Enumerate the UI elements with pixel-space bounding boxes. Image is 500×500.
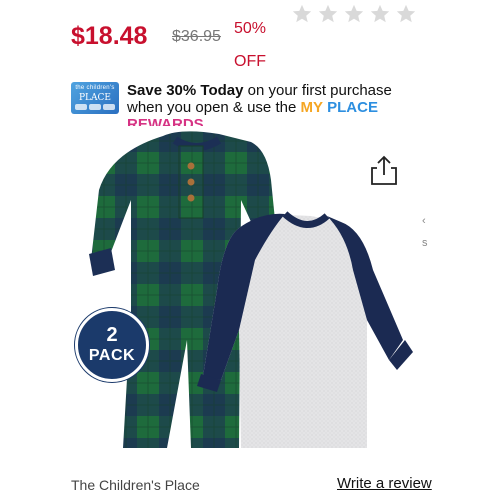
star-icon <box>317 3 339 25</box>
rewards-card-logo: the children's PLACE <box>71 82 119 114</box>
discount-label: 50% OFF <box>234 20 267 70</box>
pack-count-badge: 2 PACK <box>75 308 149 382</box>
brand-name: The Children's Place <box>71 477 200 493</box>
rewards-card-stripe <box>75 104 115 110</box>
price-section: $18.48 $36.95 50% OFF <box>0 0 500 75</box>
rewards-card-brand: the children's <box>75 85 115 91</box>
promo-headline: Save 30% Today <box>127 82 244 99</box>
rewards-promo[interactable]: the children's PLACE Save 30% Today on y… <box>71 82 500 126</box>
star-icon <box>395 3 417 25</box>
carousel-next-peek[interactable]: ‹ s <box>422 210 434 255</box>
pack-count-label: PACK <box>88 347 136 364</box>
promo-text: Save 30% Today on your first purchase wh… <box>127 82 407 126</box>
sale-price: $18.48 <box>71 22 148 50</box>
star-icon <box>291 3 313 25</box>
star-icon <box>369 3 391 25</box>
rewards-card-name: PLACE <box>79 93 111 103</box>
share-icon <box>371 155 397 185</box>
pack-count-number: 2 <box>106 324 118 346</box>
rating-stars[interactable] <box>291 3 417 25</box>
original-price: $36.95 <box>172 28 221 45</box>
star-icon <box>343 3 365 25</box>
write-review-link[interactable]: Write a review <box>337 475 432 492</box>
share-button[interactable] <box>366 153 402 189</box>
